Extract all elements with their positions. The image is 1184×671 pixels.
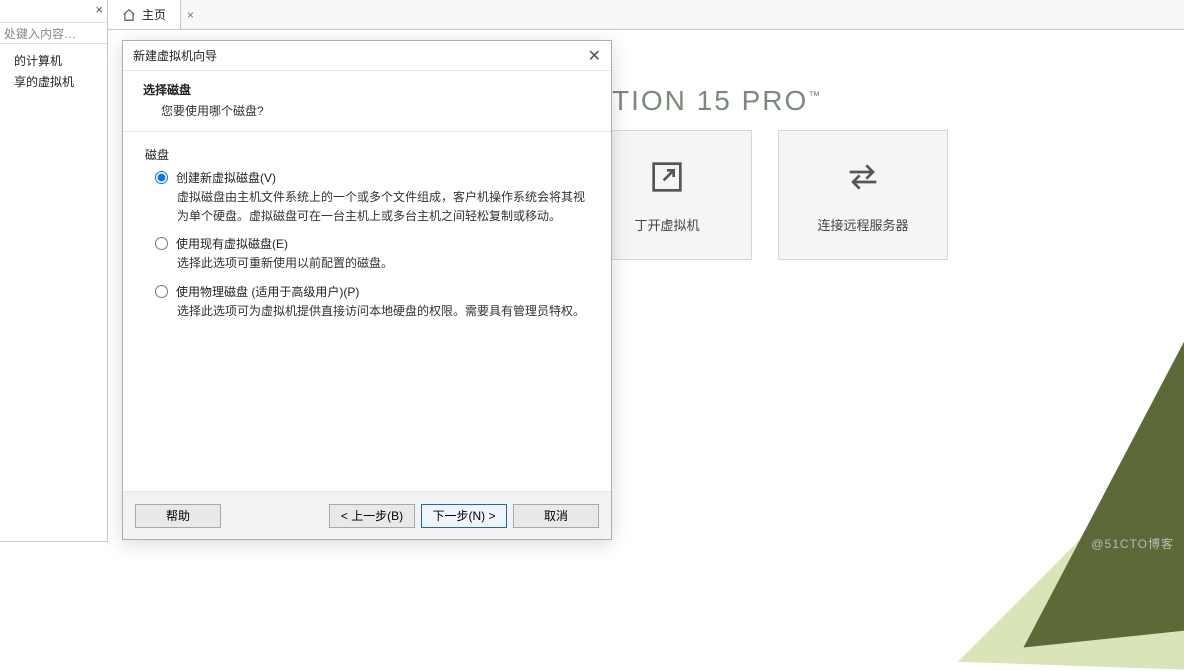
cancel-button[interactable]: 取消 (513, 504, 599, 528)
sidebar-tree: 的计算机 享的虚拟机 (0, 50, 107, 92)
home-icon (122, 8, 136, 22)
radio-create-new-disk-label: 创建新虚拟磁盘(V) (176, 169, 276, 186)
back-button[interactable]: < 上一步(B) (329, 504, 415, 528)
card-connect-remote-label: 连接远程服务器 (817, 215, 908, 234)
radio-use-physical-disk-label: 使用物理磁盘 (适用于高级用户)(P) (176, 283, 359, 300)
radio-use-existing-disk-input[interactable] (155, 237, 168, 250)
watermark: @51CTO博客 (1091, 535, 1174, 552)
dialog-header: 选择磁盘 您要使用哪个磁盘? (123, 71, 611, 132)
brand-prefix: TION 15 (612, 85, 742, 116)
sidebar-item-shared-vms[interactable]: 享的虚拟机 (0, 71, 107, 92)
quick-actions: 丁开虚拟机 连接远程服务器 (582, 130, 948, 260)
dialog-titlebar: 新建虚拟机向导 ✕ (123, 41, 611, 71)
dialog-title: 新建虚拟机向导 (133, 47, 217, 64)
radio-use-existing-disk[interactable]: 使用现有虚拟磁盘(E) (155, 235, 589, 252)
dialog-step-title: 选择磁盘 (143, 81, 591, 98)
radio-use-physical-disk[interactable]: 使用物理磁盘 (适用于高级用户)(P) (155, 283, 589, 300)
sidebar-search-input[interactable]: 处键入内容… (0, 22, 107, 44)
disk-group-label: 磁盘 (145, 146, 589, 163)
help-button[interactable]: 帮助 (135, 504, 221, 528)
dialog-footer: 帮助 < 上一步(B) 下一步(N) > 取消 (123, 491, 611, 539)
radio-use-existing-disk-desc: 选择此选项可重新使用以前配置的磁盘。 (177, 254, 589, 273)
radio-use-existing-disk-label: 使用现有虚拟磁盘(E) (176, 235, 288, 252)
next-button[interactable]: 下一步(N) > (421, 504, 507, 528)
new-vm-wizard-dialog: 新建虚拟机向导 ✕ 选择磁盘 您要使用哪个磁盘? 磁盘 创建新虚拟磁盘(V) 虚… (122, 40, 612, 540)
sidebar: × 处键入内容… 的计算机 享的虚拟机 (0, 0, 108, 542)
card-open-vm-label: 丁开虚拟机 (634, 215, 699, 234)
brand-pro: PRO (742, 85, 809, 116)
tab-home[interactable]: 主页 (108, 0, 181, 29)
tab-close-icon[interactable]: × (181, 8, 200, 22)
product-title: TION 15 PRO™ (612, 85, 822, 117)
radio-create-new-disk-input[interactable] (155, 171, 168, 184)
tab-home-label: 主页 (142, 6, 166, 23)
dialog-close-icon[interactable]: ✕ (588, 46, 601, 66)
dialog-step-subtitle: 您要使用哪个磁盘? (161, 102, 591, 119)
dialog-body: 磁盘 创建新虚拟磁盘(V) 虚拟磁盘由主机文件系统上的一个或多个文件组成，客户机… (123, 132, 611, 491)
radio-create-new-disk-desc: 虚拟磁盘由主机文件系统上的一个或多个文件组成，客户机操作系统会将其视为单个硬盘。… (177, 188, 589, 225)
connect-remote-icon (843, 157, 883, 197)
trademark-icon: ™ (808, 89, 822, 103)
tab-bar: 主页 × (108, 0, 1184, 30)
radio-use-physical-disk-input[interactable] (155, 285, 168, 298)
card-connect-remote[interactable]: 连接远程服务器 (778, 130, 948, 260)
radio-use-physical-disk-desc: 选择此选项可为虚拟机提供直接访问本地硬盘的权限。需要具有管理员特权。 (177, 302, 589, 321)
sidebar-item-my-computer[interactable]: 的计算机 (0, 50, 107, 71)
open-vm-icon (647, 157, 687, 197)
radio-create-new-disk[interactable]: 创建新虚拟磁盘(V) (155, 169, 589, 186)
panel-close-icon[interactable]: × (95, 2, 103, 17)
